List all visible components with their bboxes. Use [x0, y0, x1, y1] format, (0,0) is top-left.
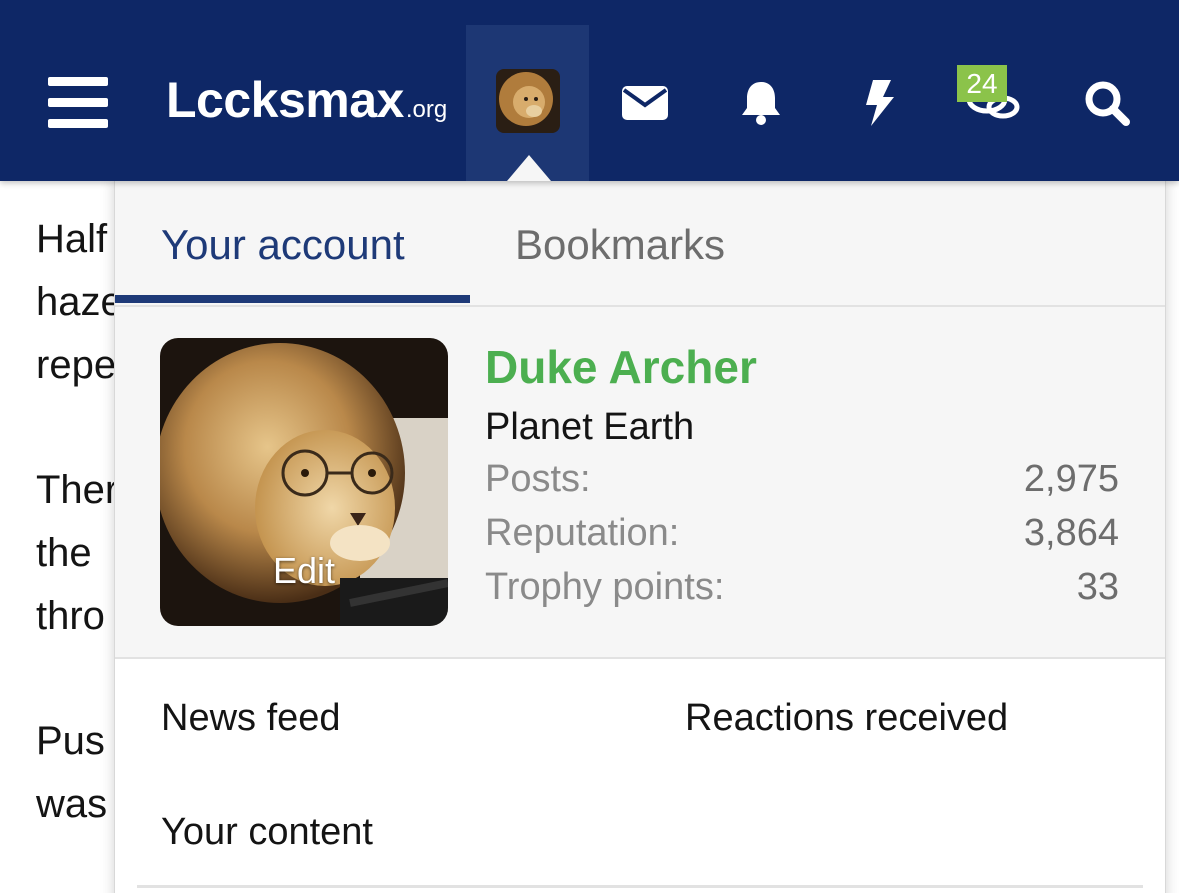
stat-posts: Posts: 2,975 [485, 452, 1119, 506]
menu-tabs: Your account Bookmarks [115, 173, 1165, 307]
user-location: Planet Earth [485, 406, 695, 448]
stat-reputation: Reputation: 3,864 [485, 506, 1119, 560]
envelope-icon [622, 86, 668, 120]
logo-text: Lccksmax [166, 72, 404, 128]
page: Half haze repe Ther the thro Pus was Lcc… [0, 0, 1179, 893]
stat-label: Reputation: [485, 512, 680, 554]
article-line: repe [36, 343, 117, 387]
account-links: News feed Reactions received Your conten… [115, 659, 1165, 893]
edit-avatar-label[interactable]: Edit [160, 550, 448, 592]
search-icon [1084, 80, 1130, 126]
whats-new-button[interactable] [834, 25, 924, 181]
conversations-count-badge: 24 [957, 65, 1007, 102]
article-line: the [36, 531, 92, 575]
top-navbar: Lccksmax.org 24 [0, 0, 1179, 181]
logo-tld: .org [405, 96, 448, 123]
divider [137, 885, 1143, 888]
your-content-link[interactable]: Your content [161, 806, 373, 858]
site-logo[interactable]: Lccksmax.org [166, 70, 447, 140]
article-line: thro [36, 594, 105, 638]
stat-label: Posts: [485, 458, 591, 500]
reactions-received-link[interactable]: Reactions received [685, 692, 1008, 744]
menu-caret [507, 155, 551, 181]
stat-trophy-points: Trophy points: 33 [485, 560, 1119, 614]
stat-value[interactable]: 2,975 [1024, 452, 1119, 506]
article-line: Half [36, 217, 108, 261]
tab-your-account[interactable]: Your account [161, 215, 405, 275]
article-line: was [36, 782, 108, 826]
bell-icon [740, 80, 782, 126]
stat-value[interactable]: 33 [1077, 560, 1119, 614]
stat-value[interactable]: 3,864 [1024, 506, 1119, 560]
profile-avatar[interactable]: Edit [160, 338, 448, 626]
hamburger-icon [48, 77, 108, 129]
active-tab-indicator [115, 295, 470, 303]
search-button[interactable] [1062, 25, 1152, 181]
account-dropdown: Your account Bookmarks Edit Duke Archer … [114, 172, 1166, 893]
user-stats: Posts: 2,975 Reputation: 3,864 Trophy po… [485, 452, 1119, 614]
news-feed-link[interactable]: News feed [161, 692, 341, 744]
tab-bookmarks[interactable]: Bookmarks [515, 215, 725, 275]
lion-avatar-icon [495, 69, 560, 133]
stat-label: Trophy points: [485, 566, 725, 608]
article-line: haze [36, 280, 123, 324]
profile-summary: Edit Duke Archer Planet Earth Posts: 2,9… [115, 307, 1165, 659]
inbox-button[interactable] [600, 25, 690, 181]
conversations-button[interactable] [948, 25, 1038, 181]
article-line: Pus [36, 719, 105, 763]
menu-button[interactable] [30, 25, 126, 181]
article-line: Ther [36, 468, 119, 512]
bolt-icon [863, 80, 895, 126]
username-link[interactable]: Duke Archer [485, 337, 757, 397]
alerts-button[interactable] [716, 25, 806, 181]
